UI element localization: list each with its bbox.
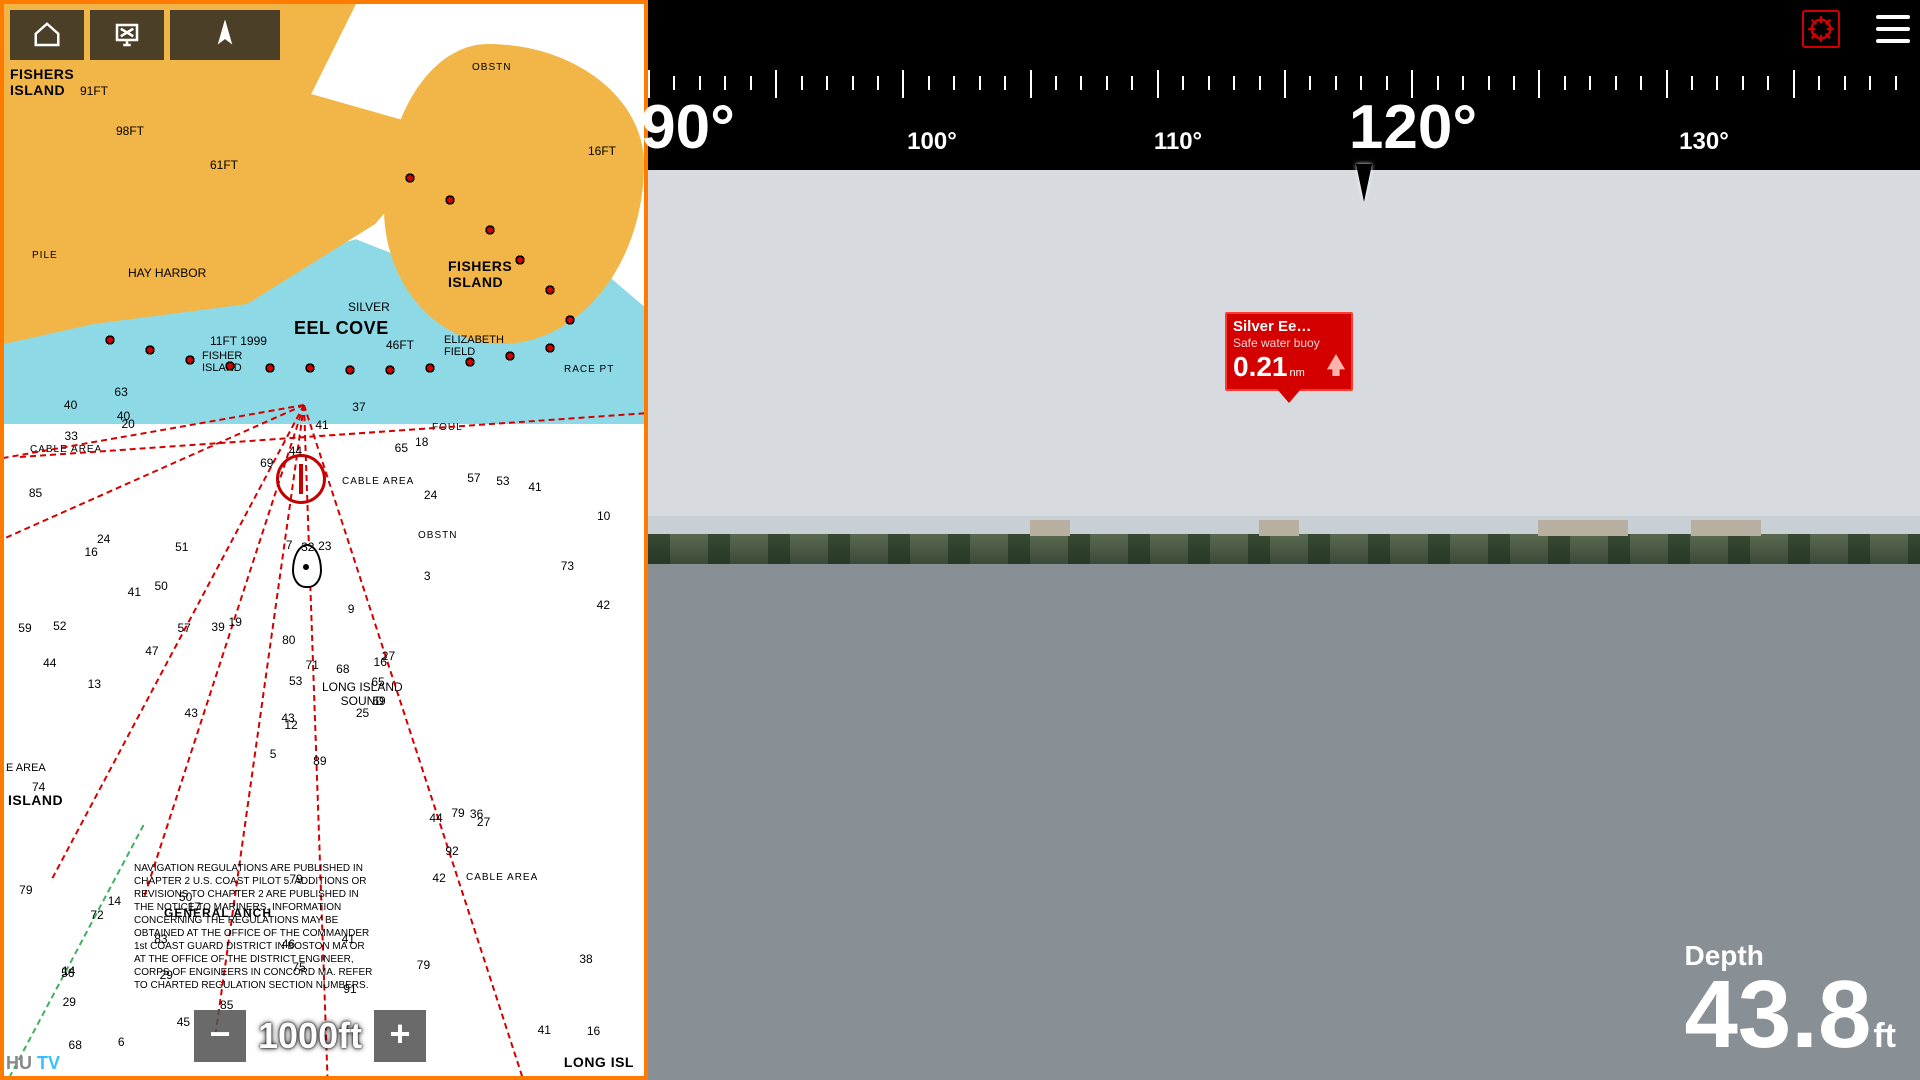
label-pile: PILE <box>32 250 58 261</box>
chart-pane[interactable]: FISHERS ISLAND FISHERS ISLAND EEL COVE S… <box>0 0 648 1080</box>
titlebar-icons <box>1802 10 1910 48</box>
hu-tv-indicator: HU TV <box>6 1053 60 1074</box>
own-vessel-icon <box>292 544 322 588</box>
cursor-icon <box>210 20 240 50</box>
chart-toolbar <box>10 10 280 60</box>
label-cable-area-3: CABLE AREA <box>466 872 538 883</box>
waypoint-cancel-icon <box>112 20 142 50</box>
heading-minor: 110° <box>1154 128 1202 156</box>
depth-unit: ft <box>1873 1017 1896 1055</box>
label-island-sw: ISLAND <box>8 792 63 808</box>
compass-rose-icon <box>276 454 326 504</box>
zoom-out-button[interactable]: − <box>194 1010 246 1062</box>
label-obstn-1: OBSTN <box>418 530 457 541</box>
menu-icon <box>1876 15 1910 19</box>
label-long-isl: LONG ISL <box>564 1054 634 1070</box>
home-button[interactable] <box>10 10 84 60</box>
home-icon <box>32 20 62 50</box>
label-obstn-2: OBSTN <box>472 62 511 73</box>
ar-target-unit: nm <box>1290 367 1305 379</box>
depth-readout: Depth 43.8ft <box>1685 940 1897 1058</box>
helm-wheel-icon <box>1807 15 1835 43</box>
zoom-in-button[interactable]: + <box>374 1010 426 1062</box>
zoom-controls: − 1000ft + <box>194 1010 426 1062</box>
waypoint-cancel-button[interactable] <box>90 10 164 60</box>
camera-pane[interactable]: 90° 120° 100° 110° 130° Silver Ee… Safe … <box>648 0 1920 1080</box>
heading-major: 120° <box>1349 92 1477 163</box>
heading-minor: 130° <box>1679 128 1729 156</box>
ar-target-card[interactable]: Silver Ee… Safe water buoy 0.21 nm <box>1225 312 1353 391</box>
chart-orientation-button[interactable] <box>170 10 280 60</box>
heading-indicator-icon <box>1356 164 1372 202</box>
chart-regulation-note: NAVIGATION REGULATIONS ARE PUBLISHED IN … <box>134 862 374 992</box>
heading-minor: 100° <box>907 128 957 156</box>
label-li-sound: LONG ISLAND SOUND <box>322 680 403 708</box>
label-race: RACE PT <box>564 364 614 375</box>
menu-button[interactable] <box>1876 15 1910 43</box>
ar-target-distance: 0.21 <box>1233 351 1288 383</box>
chart-canvas[interactable]: FISHERS ISLAND FISHERS ISLAND EEL COVE S… <box>4 4 644 1076</box>
label-cable-area-2: CABLE AREA <box>342 476 414 487</box>
depth-value: 43.8 <box>1685 961 1872 1068</box>
heading-major: 90° <box>641 92 735 163</box>
autopilot-button[interactable] <box>1802 10 1840 48</box>
ar-target-subtitle: Safe water buoy <box>1233 336 1345 350</box>
buoy-icon <box>1327 354 1345 376</box>
chart-scale: 1000ft <box>252 1015 368 1057</box>
label-e-area: E AREA <box>6 762 46 774</box>
ar-target-title: Silver Ee… <box>1233 318 1345 335</box>
compass-strip: 90° 120° 100° 110° 130° <box>648 40 1920 170</box>
